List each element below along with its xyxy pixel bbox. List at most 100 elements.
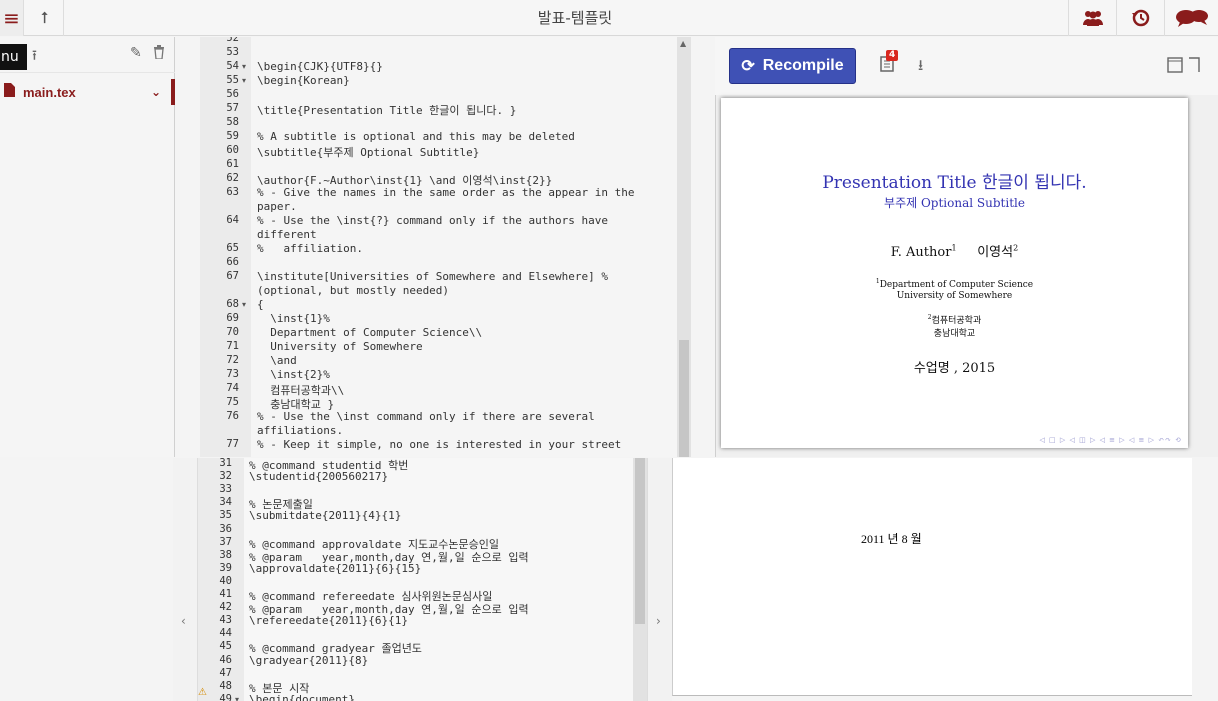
chevron-left-icon[interactable]: ‹ <box>181 614 186 628</box>
line-number: 34 <box>219 496 232 509</box>
line-number: 56 <box>226 88 239 100</box>
line-number: 76 <box>226 410 239 422</box>
line-number: 43 <box>219 614 232 627</box>
code-line[interactable]: % - Use the \inst command only if there … <box>257 410 677 423</box>
trash-icon[interactable] <box>153 45 165 63</box>
chat-icon[interactable] <box>1164 0 1218 36</box>
code-line[interactable]: paper. <box>257 200 677 213</box>
code-line[interactable]: \begin{document} <box>249 693 633 701</box>
code-line[interactable]: \begin{CJK}{UTF8}{} <box>257 60 677 73</box>
inst-2-line-1: 컴퓨터공학과 <box>931 316 982 326</box>
inst-1-line-2: University of Somewhere <box>896 291 1013 301</box>
code-line[interactable]: % - Give the names in the same order as … <box>257 186 677 199</box>
line-number: 38 <box>219 548 232 561</box>
code-line[interactable]: \refereedate{2011}{6}{1} <box>249 614 633 627</box>
code-line[interactable]: \begin{Korean} <box>257 74 677 87</box>
collapse-right-handle[interactable]: › <box>647 458 672 701</box>
code-line[interactable]: affiliations. <box>257 424 677 437</box>
scroll-up-icon[interactable]: ▲ <box>680 39 686 48</box>
code-line[interactable]: \approvaldate{2011}{6}{15} <box>249 562 633 575</box>
line-number: 75 <box>226 396 239 408</box>
code-line[interactable]: % affiliation. <box>257 242 677 255</box>
code-line[interactable]: \submitdate{2011}{4}{1} <box>249 509 633 522</box>
line-number: 33 <box>219 483 232 496</box>
recompile-button[interactable]: ⟳ Recompile <box>729 48 856 84</box>
fold-toggle-icon[interactable]: ▾ <box>242 76 246 85</box>
beamer-navigation-icons[interactable]: ◁ □ ▷ ◁ ◫ ▷ ◁ ≡ ▷ ◁ ≡ ▷ ↶↷ ⟲ <box>1039 436 1182 444</box>
editor-scrollbar-bottom[interactable] <box>633 458 647 701</box>
code-line[interactable]: \inst{1}% <box>257 312 677 325</box>
inst-2-line-2: 충남대학교 <box>933 329 976 339</box>
code-line[interactable]: \and <box>257 354 677 367</box>
fold-toggle-icon[interactable]: ▾ <box>235 695 239 701</box>
code-line[interactable]: Department of Computer Science\\ <box>257 326 677 339</box>
collapse-left-handle[interactable]: ‹ <box>173 458 198 701</box>
inst-1-line-1: Department of Computer Science <box>879 280 1034 290</box>
line-number: 63 <box>226 186 239 198</box>
code-line[interactable]: % - Use the \inst{?} command only if the… <box>257 214 677 227</box>
author-2-sup: 2 <box>1013 243 1019 253</box>
line-number: 57 <box>226 102 239 114</box>
scrollbar-thumb-bottom[interactable] <box>635 458 645 624</box>
line-number: 72 <box>226 354 239 366</box>
refresh-icon: ⟳ <box>741 58 755 75</box>
pdf-page-2: 2011 년 8 월 <box>672 458 1192 696</box>
fold-toggle-icon[interactable]: ▾ <box>242 300 246 309</box>
editor-scrollbar[interactable]: ▲ <box>677 37 691 457</box>
code-line[interactable]: % - Keep it simple, no one is interested… <box>257 438 677 451</box>
line-number: 55 <box>226 74 239 86</box>
line-number: 54 <box>226 60 239 72</box>
line-number: 35 <box>219 509 232 522</box>
up-arrow-icon[interactable]: ⭡ <box>26 0 64 36</box>
history-icon[interactable] <box>1116 0 1164 36</box>
fold-toggle-icon[interactable]: ▾ <box>242 62 246 71</box>
line-number: 37 <box>219 535 232 548</box>
code-editor-bottom[interactable]: ⚠ 31% @command studentid 학번 32 \studentid{… <box>198 458 633 701</box>
line-number: 36 <box>219 522 232 535</box>
line-number: 59 <box>226 130 239 142</box>
slide-subtitle: 부주제 Optional Subtitle <box>884 196 1025 210</box>
upload-icon[interactable]: ⭱ <box>32 45 37 69</box>
scrollbar-thumb[interactable] <box>679 340 689 457</box>
share-users-icon[interactable] <box>1068 0 1116 36</box>
code-editor-top[interactable]: 52 53 54 ▾ \begin{CJK}{UTF8}{} 55 ▾ \begin{Kore… <box>200 37 677 457</box>
line-number: 31 <box>219 458 232 469</box>
edit-pencil-icon[interactable]: ✎ <box>130 45 142 61</box>
line-number: 42 <box>219 601 232 614</box>
file-item-main-tex[interactable]: main.tex ⌄ <box>0 79 175 105</box>
code-line[interactable]: \inst{2}% <box>257 368 677 381</box>
code-line[interactable]: different <box>257 228 677 241</box>
line-number: 68 <box>226 298 239 310</box>
line-number: 61 <box>226 158 239 170</box>
line-number: 62 <box>226 172 239 184</box>
line-number: 73 <box>226 368 239 380</box>
code-line[interactable]: % A subtitle is optional and this may be… <box>257 130 677 143</box>
line-number: 64 <box>226 214 239 226</box>
code-line[interactable]: \institute[Universities of Somewhere and… <box>257 270 677 283</box>
line-number: 32 <box>219 470 232 483</box>
line-number: 58 <box>226 116 239 128</box>
chevron-down-icon[interactable]: ⌄ <box>151 85 161 99</box>
line-number: 40 <box>219 574 232 587</box>
line-number: 47 <box>219 666 232 679</box>
line-number: 74 <box>226 382 239 394</box>
code-line[interactable]: \studentid{200560217} <box>249 470 633 483</box>
layout-toggle-icon[interactable] <box>1167 57 1201 77</box>
chevron-right-icon[interactable]: › <box>656 614 661 628</box>
line-number: 53 <box>226 46 239 58</box>
code-line[interactable]: (optional, but mostly needed) <box>257 284 677 297</box>
slide-date: 수업명 , 2015 <box>913 361 996 376</box>
code-line[interactable]: University of Somewhere <box>257 340 677 353</box>
menu-icon[interactable]: ≡ <box>0 0 24 36</box>
line-number: 41 <box>219 588 232 600</box>
line-number: 69 <box>226 312 239 324</box>
code-line[interactable]: \title{Presentation Title 한글이 됩니다. } <box>257 102 677 118</box>
line-number: 67 <box>226 270 239 282</box>
top-bar: ≡ ⭡ 발표-템플릿 <box>0 0 1218 36</box>
code-line[interactable]: \gradyear{2011}{8} <box>249 654 633 667</box>
page-2-date: 2011 년 8 월 <box>861 532 922 546</box>
code-line[interactable]: { <box>257 298 677 311</box>
file-icon <box>4 83 15 101</box>
download-icon[interactable]: ⭳ <box>918 55 923 80</box>
code-line[interactable]: \subtitle{부주제 Optional Subtitle} <box>257 144 677 160</box>
